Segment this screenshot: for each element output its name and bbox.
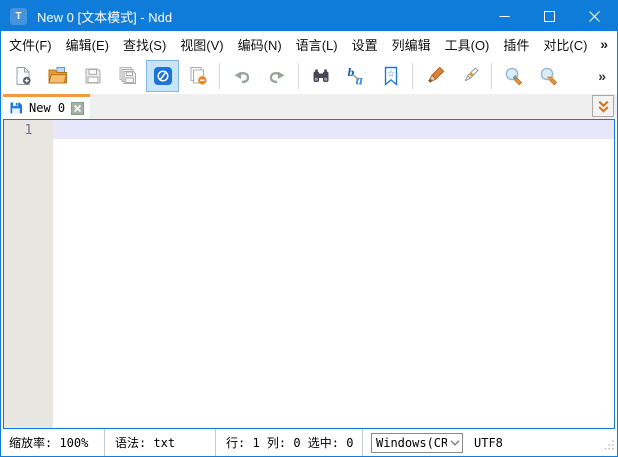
svg-text:b: b bbox=[347, 68, 354, 79]
menu-item-file[interactable]: 文件(F) bbox=[2, 31, 59, 57]
save-icon bbox=[83, 66, 103, 86]
marker-icon bbox=[425, 66, 445, 86]
clear-marker-icon bbox=[460, 66, 480, 86]
text-area[interactable] bbox=[53, 120, 614, 428]
redo-icon bbox=[267, 66, 287, 86]
zoom-out-button[interactable] bbox=[532, 60, 565, 92]
text-mode-icon bbox=[153, 66, 173, 86]
menu-item-edit[interactable]: 编辑(E) bbox=[59, 31, 116, 57]
window-title: New 0 [文本模式] - Ndd bbox=[37, 7, 172, 26]
save-button[interactable] bbox=[76, 60, 109, 92]
line-number-gutter: 1 bbox=[4, 120, 53, 428]
line-ending-value: Windows(CR LF bbox=[372, 436, 447, 450]
close-icon bbox=[589, 11, 600, 22]
chevron-down-icon bbox=[447, 440, 462, 446]
menubar-overflow-chevron[interactable]: » bbox=[600, 36, 617, 52]
window-controls bbox=[482, 1, 617, 31]
menubar: 文件(F) 编辑(E) 查找(S) 视图(V) 编码(N) 语言(L) 设置 列… bbox=[1, 31, 617, 57]
toolbar-separator bbox=[298, 63, 299, 89]
toolbar-overflow-chevron[interactable]: » bbox=[598, 68, 617, 84]
redo-button[interactable] bbox=[260, 60, 293, 92]
clear-marker-button[interactable] bbox=[453, 60, 486, 92]
statusbar: 缩放率: 100% 语法: txt 行: 1 列: 0 选中: 0 Window… bbox=[1, 429, 617, 456]
statusbar-separator bbox=[362, 429, 363, 456]
tab-close-icon[interactable] bbox=[71, 102, 84, 115]
menu-item-settings[interactable]: 设置 bbox=[345, 31, 385, 57]
menu-item-search[interactable]: 查找(S) bbox=[116, 31, 173, 57]
menu-item-plugins[interactable]: 插件 bbox=[496, 31, 536, 57]
zoom-out-icon bbox=[538, 66, 559, 86]
app-window: T New 0 [文本模式] - Ndd 文件(F) 编辑(E) 查找(S) 视… bbox=[0, 0, 618, 457]
menu-item-encoding[interactable]: 编码(N) bbox=[231, 31, 289, 57]
double-chevron-down-icon bbox=[596, 99, 611, 114]
menu-item-column-edit[interactable]: 列编辑 bbox=[385, 31, 438, 57]
maximize-button[interactable] bbox=[527, 1, 572, 31]
tabbar: New 0 bbox=[1, 94, 617, 119]
svg-text:a: a bbox=[355, 73, 363, 86]
unsaved-floppy-icon bbox=[9, 101, 23, 115]
close-document-button[interactable] bbox=[181, 60, 214, 92]
bookmark-button[interactable]: ☆ bbox=[374, 60, 407, 92]
app-icon: T bbox=[10, 8, 27, 25]
bookmark-icon: ☆ bbox=[383, 66, 399, 86]
status-encoding: UTF8 bbox=[474, 429, 503, 456]
menu-item-view[interactable]: 视图(V) bbox=[173, 31, 230, 57]
close-button[interactable] bbox=[572, 1, 617, 31]
tab-new-0[interactable]: New 0 bbox=[3, 94, 90, 119]
editor: 1 bbox=[3, 119, 615, 429]
marker-button[interactable] bbox=[418, 60, 451, 92]
titlebar[interactable]: T New 0 [文本模式] - Ndd bbox=[1, 1, 617, 31]
current-line-highlight bbox=[53, 120, 614, 139]
status-caret-position: 行: 1 列: 0 选中: 0 bbox=[216, 429, 362, 456]
zoom-in-icon bbox=[503, 66, 524, 86]
zoom-in-button[interactable] bbox=[497, 60, 530, 92]
app-icon-letter: T bbox=[15, 11, 21, 22]
open-file-icon bbox=[47, 66, 68, 86]
line-number: 1 bbox=[4, 121, 53, 140]
close-document-icon bbox=[187, 66, 208, 86]
undo-icon bbox=[232, 66, 252, 86]
tab-label: New 0 bbox=[29, 101, 65, 115]
menu-item-language[interactable]: 语言(L) bbox=[289, 31, 345, 57]
tab-list-button[interactable] bbox=[592, 95, 614, 117]
resize-grip[interactable] bbox=[604, 439, 614, 453]
save-all-icon bbox=[117, 66, 139, 86]
minimize-button[interactable] bbox=[482, 1, 527, 31]
undo-button[interactable] bbox=[225, 60, 258, 92]
find-icon bbox=[311, 66, 331, 86]
open-file-button[interactable] bbox=[41, 60, 74, 92]
new-file-button[interactable] bbox=[6, 60, 39, 92]
status-syntax: 语法: txt bbox=[105, 429, 215, 456]
line-ending-select[interactable]: Windows(CR LF bbox=[371, 433, 463, 453]
replace-icon: b a bbox=[346, 66, 366, 86]
replace-button[interactable]: b a bbox=[339, 60, 372, 92]
menu-item-compare[interactable]: 对比(C) bbox=[536, 31, 594, 57]
text-mode-button[interactable] bbox=[146, 60, 179, 92]
new-file-icon bbox=[13, 66, 33, 86]
save-all-button[interactable] bbox=[111, 60, 144, 92]
find-button[interactable] bbox=[304, 60, 337, 92]
svg-text:☆: ☆ bbox=[386, 68, 394, 78]
toolbar-separator bbox=[412, 63, 413, 89]
toolbar-separator bbox=[219, 63, 220, 89]
maximize-icon bbox=[544, 11, 555, 22]
menu-item-tools[interactable]: 工具(O) bbox=[438, 31, 497, 57]
minimize-icon bbox=[499, 11, 510, 22]
status-zoom: 缩放率: 100% bbox=[1, 429, 104, 456]
toolbar-separator bbox=[491, 63, 492, 89]
toolbar: b a ☆ bbox=[1, 57, 617, 94]
